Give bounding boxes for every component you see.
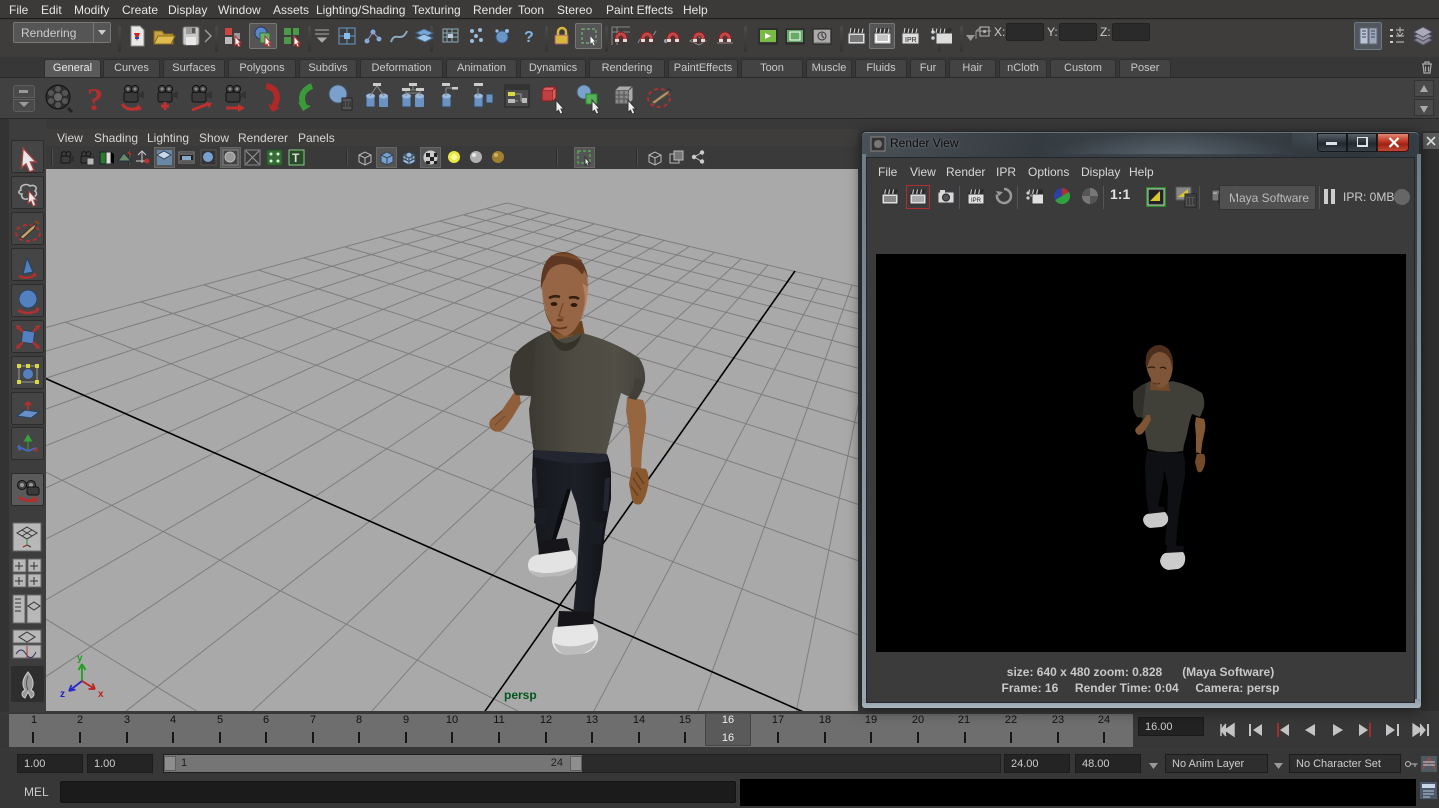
- svg-text:T: T: [292, 151, 300, 165]
- svg-text:z: z: [60, 689, 65, 700]
- svg-text:"": "": [1213, 193, 1217, 199]
- svg-text:?: ?: [524, 29, 534, 46]
- svg-text:IPR: IPR: [905, 37, 917, 44]
- svg-text:?: ?: [87, 82, 103, 114]
- svg-text:x: x: [98, 689, 104, 700]
- svg-text:y: y: [77, 653, 83, 664]
- svg-text:IPR: IPR: [971, 198, 982, 204]
